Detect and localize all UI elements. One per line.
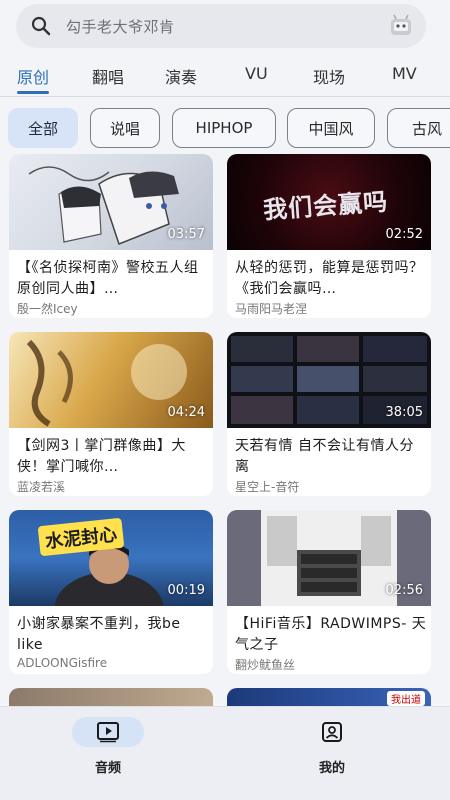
video-title: 【《名侦探柯南》警校五人组原创同人曲】…	[17, 260, 199, 297]
chip-rap[interactable]: 说唱	[90, 108, 160, 148]
video-author: 蓝凌若溪	[17, 480, 66, 494]
video-thumbnail: 38:05	[227, 332, 431, 428]
nav-profile-label: 我的	[318, 761, 345, 776]
profile-icon	[320, 721, 344, 743]
chip-hiphop[interactable]: HIPHOP	[172, 108, 276, 148]
video-card-partial[interactable]	[9, 688, 213, 708]
video-thumbnail: 02:56	[227, 510, 431, 606]
video-duration: 02:52	[385, 227, 423, 242]
video-thumbnail: 04:24	[9, 332, 213, 428]
video-duration: 03:57	[167, 227, 205, 242]
video-duration: 00:19	[167, 583, 205, 598]
partial-badge: 我出道	[387, 691, 425, 706]
video-card[interactable]: 04:24 【剑网3丨掌门群像曲】大侠！掌门喊你… 蓝凌若溪	[9, 332, 213, 496]
video-card-partial[interactable]: 我出道	[227, 688, 431, 708]
video-thumbnail: 水泥封心 00:19	[9, 510, 213, 606]
video-thumbnail: 我们会赢吗 02:52	[227, 154, 431, 250]
category-tabs: 原创 翻唱 演奏 VU 现场 MV	[0, 56, 450, 96]
tab-live[interactable]: 现场	[313, 64, 345, 88]
play-video-icon	[96, 721, 120, 743]
bottom-navigation: 音频 我的	[0, 706, 450, 800]
video-title: 【HiFi音乐】RADWIMPS- 天气之子	[235, 616, 427, 653]
video-author: 马雨阳马老涅	[235, 302, 308, 316]
video-title: 从轻的惩罚，能算是惩罚吗？《我们会赢吗…	[235, 260, 424, 297]
video-title: 【剑网3丨掌门群像曲】大侠！掌门喊你…	[17, 438, 186, 475]
chip-chinese-style[interactable]: 中国风	[287, 108, 375, 148]
tab-performance[interactable]: 演奏	[165, 64, 197, 88]
video-card[interactable]: 我们会赢吗 02:52 从轻的惩罚，能算是惩罚吗？《我们会赢吗… 马雨阳马老涅	[227, 154, 431, 318]
active-tab-indicator	[17, 91, 49, 94]
video-author: 殷一然Icey	[17, 302, 78, 316]
video-thumbnail: 03:57	[9, 154, 213, 250]
video-title: 小谢家暴案不重判，我be like	[17, 616, 181, 653]
video-author: 翻炒鱿鱼丝	[235, 658, 296, 672]
video-duration: 38:05	[385, 405, 423, 420]
nav-profile[interactable]: 我的	[292, 715, 372, 776]
nav-audio-label: 音频	[94, 761, 121, 776]
nav-audio[interactable]: 音频	[68, 715, 148, 776]
tab-cover[interactable]: 翻唱	[92, 64, 124, 88]
video-duration: 04:24	[167, 405, 205, 420]
video-author: ADLOONGisfire	[17, 656, 108, 670]
tab-divider	[0, 96, 450, 97]
video-title: 天若有情 自不会让有情人分离	[235, 438, 414, 475]
filter-chips: 全部 说唱 HIPHOP 中国风 古风	[0, 108, 450, 148]
search-bar[interactable]: 勾手老大爷邓肯	[16, 4, 426, 48]
video-card[interactable]: 02:56 【HiFi音乐】RADWIMPS- 天气之子 翻炒鱿鱼丝	[227, 510, 431, 674]
search-icon	[30, 15, 52, 37]
search-input[interactable]: 勾手老大爷邓肯	[66, 16, 388, 37]
tab-original[interactable]: 原创	[17, 64, 49, 88]
tab-vu[interactable]: VU	[245, 64, 268, 83]
video-card[interactable]: 38:05 天若有情 自不会让有情人分离 星空上-音符	[227, 332, 431, 496]
robot-icon[interactable]	[388, 13, 414, 39]
thumbnail-caption: 我们会赢吗	[262, 186, 389, 225]
video-duration: 02:56	[385, 583, 423, 598]
chip-ancient-style[interactable]: 古风	[387, 108, 450, 148]
chip-all[interactable]: 全部	[8, 108, 78, 148]
video-card[interactable]: 水泥封心 00:19 小谢家暴案不重判，我be like ADLOONGisfi…	[9, 510, 213, 674]
video-author: 星空上-音符	[235, 480, 300, 494]
tab-mv[interactable]: MV	[392, 64, 417, 83]
video-card[interactable]: 03:57 【《名侦探柯南》警校五人组原创同人曲】… 殷一然Icey	[9, 154, 213, 318]
